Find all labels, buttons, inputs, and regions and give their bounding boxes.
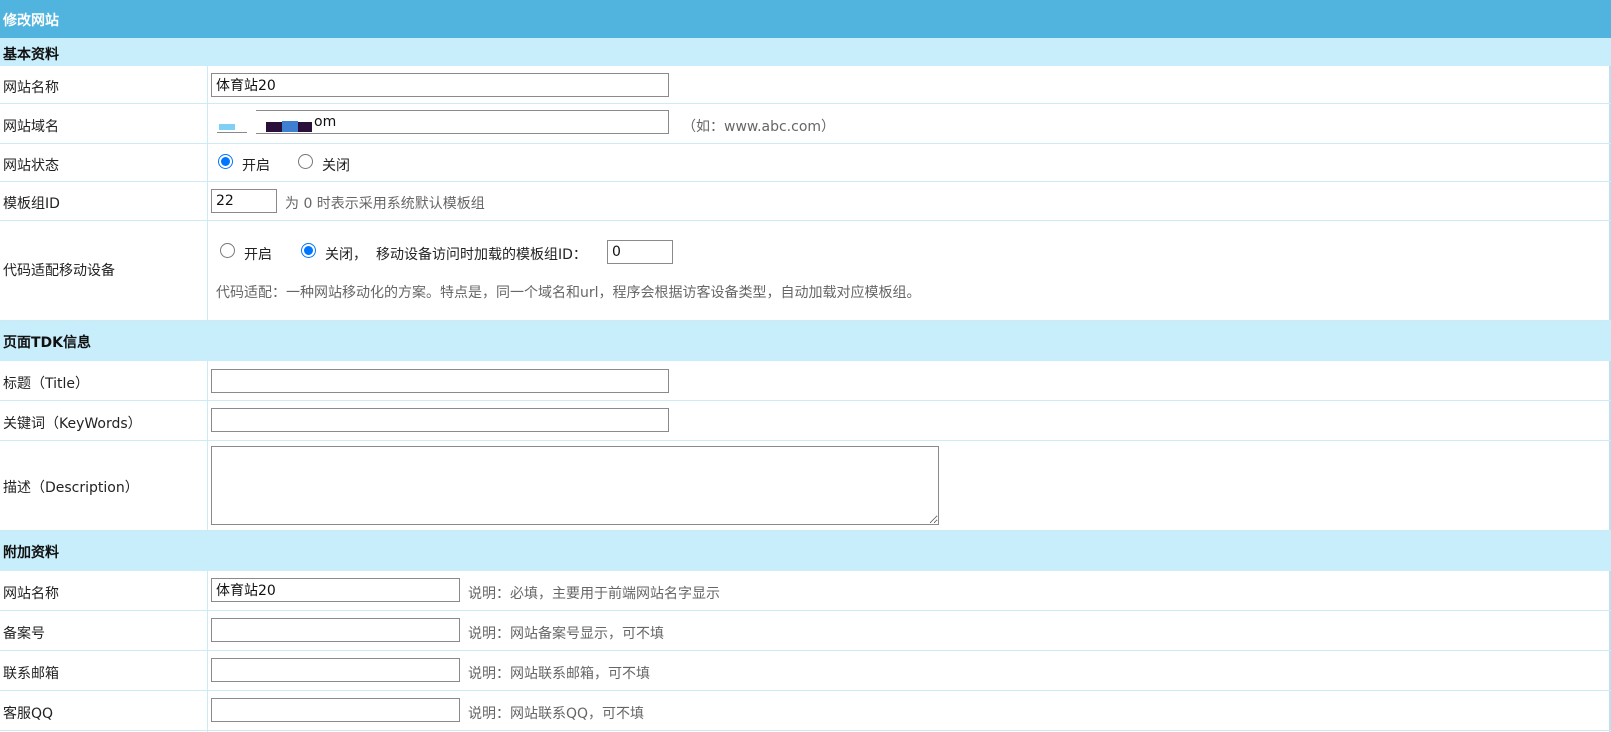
row-site-name: 网站名称 [0, 66, 1611, 104]
qq-label: 客服QQ [3, 706, 54, 722]
template-id-label: 模板组ID [3, 196, 60, 212]
qq-hint: 说明：网站联系QQ，可不填 [468, 706, 645, 722]
extra-site-name-label: 网站名称 [3, 586, 59, 602]
tdk-title-input[interactable] [211, 369, 669, 393]
icp-input[interactable] [211, 618, 460, 642]
status-off-label[interactable]: 关闭 [322, 155, 350, 175]
section-extra-title: 附加资料 [3, 545, 59, 561]
section-basic-title: 基本资料 [3, 47, 59, 63]
row-template-id: 模板组ID 为 0 时表示采用系统默认模板组 [0, 182, 1611, 221]
status-off-radio[interactable] [298, 154, 313, 169]
status-label: 网站状态 [3, 158, 59, 174]
row-tdk-description: 描述（Description） [0, 441, 1611, 531]
row-extra-site-name: 网站名称 说明：必填，主要用于前端网站名字显示 [0, 571, 1611, 611]
row-icp: 备案号 说明：网站备案号显示，可不填 [0, 611, 1611, 651]
tdk-keywords-label: 关键词（KeyWords） [3, 416, 142, 432]
mobile-off-label[interactable]: 关闭， [325, 244, 367, 264]
tdk-description-label: 描述（Description） [3, 480, 139, 496]
template-id-input[interactable] [211, 189, 277, 213]
domain-hint: （如：www.abc.com） [682, 119, 836, 135]
tdk-description-textarea[interactable] [211, 446, 939, 525]
row-qq: 客服QQ 说明：网站联系QQ，可不填 [0, 691, 1611, 731]
page-title-bar: 修改网站 [0, 0, 1611, 38]
row-tdk-title: 标题（Title） [0, 361, 1611, 401]
mobile-on-label[interactable]: 开启 [244, 244, 272, 264]
mobile-template-label: 移动设备访问时加载的模板组ID： [376, 247, 587, 263]
row-domain: 网站域名 om （如：www.abc.com） [0, 104, 1611, 144]
mobile-template-input[interactable] [607, 240, 673, 264]
qq-input[interactable] [211, 698, 460, 722]
domain-input[interactable]: om [210, 109, 669, 135]
mobile-adaptation-label: 代码适配移动设备 [3, 263, 115, 279]
page-title: 修改网站 [3, 13, 59, 29]
domain-label: 网站域名 [3, 119, 59, 135]
redaction-mark [266, 122, 282, 132]
row-tdk-keywords: 关键词（KeyWords） [0, 401, 1611, 441]
email-hint: 说明：网站联系邮箱，可不填 [468, 666, 650, 682]
site-name-input[interactable] [211, 73, 669, 97]
edit-site-page: 修改网站 基本资料 网站名称 网站域名 om （如：www.abc.com） 网… [0, 0, 1611, 732]
tdk-keywords-input[interactable] [211, 408, 669, 432]
extra-site-name-hint: 说明：必填，主要用于前端网站名字显示 [468, 586, 720, 602]
status-on-label[interactable]: 开启 [242, 155, 270, 175]
extra-site-name-input[interactable] [211, 578, 460, 602]
section-extra-header: 附加资料 [0, 531, 1611, 571]
section-tdk-title: 页面TDK信息 [3, 335, 92, 351]
redaction-mark [298, 122, 312, 132]
template-id-hint: 为 0 时表示采用系统默认模板组 [285, 196, 485, 212]
section-tdk-header: 页面TDK信息 [0, 321, 1611, 361]
section-basic-header: 基本资料 [0, 38, 1611, 66]
row-email: 联系邮箱 说明：网站联系邮箱，可不填 [0, 651, 1611, 691]
email-input[interactable] [211, 658, 460, 682]
icp-hint: 说明：网站备案号显示，可不填 [468, 626, 664, 642]
mobile-off-radio[interactable] [301, 243, 316, 258]
tdk-title-label: 标题（Title） [3, 376, 90, 392]
status-on-radio[interactable] [218, 154, 233, 169]
row-status: 网站状态 开启 关闭 [0, 144, 1611, 182]
domain-value-suffix: om [314, 114, 337, 130]
email-label: 联系邮箱 [3, 666, 59, 682]
row-mobile-adaptation: 代码适配移动设备 开启 关闭， 移动设备访问时加载的模板组ID： 代码适配：一种… [0, 221, 1611, 321]
redaction-line [217, 132, 247, 133]
site-name-label: 网站名称 [3, 80, 59, 96]
redaction-mark [219, 124, 235, 130]
icp-label: 备案号 [3, 626, 45, 642]
redaction-mark [282, 121, 298, 132]
mobile-on-radio[interactable] [220, 243, 235, 258]
mobile-adaptation-description: 代码适配：一种网站移动化的方案。特点是，同一个域名和url，程序会根据访客设备类… [216, 285, 921, 301]
